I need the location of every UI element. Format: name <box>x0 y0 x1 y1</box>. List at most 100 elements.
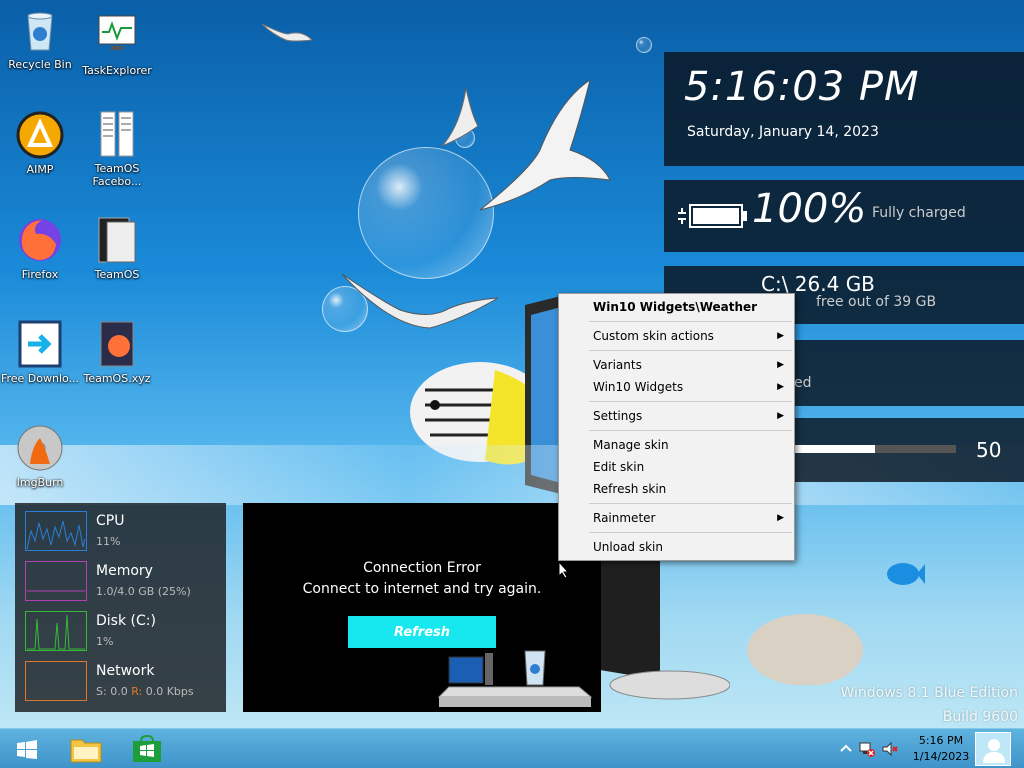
menu-item-label: Edit skin <box>593 460 645 474</box>
menu-separator <box>589 532 792 533</box>
desktop-icon-free-download[interactable]: Free Downlo... <box>0 320 80 385</box>
desktop-icon-imgburn[interactable]: ImgBurn <box>0 424 80 489</box>
seagull-decoration <box>479 80 611 211</box>
desktop-icon-aimp[interactable]: AIMP <box>0 111 80 176</box>
cpu-value: 11% <box>96 535 121 548</box>
recycle-bin-icon <box>27 12 53 51</box>
cpu-graph <box>25 511 87 551</box>
connection-error-message: Connect to internet and try again. <box>302 581 542 597</box>
menu-item-label: Unload skin <box>593 540 663 554</box>
menu-item-label: Win10 Widgets <box>593 380 684 394</box>
network-receive-label: R: <box>131 685 143 698</box>
menu-separator <box>589 430 792 431</box>
desktop-icon-firefox[interactable]: Firefox <box>0 216 80 281</box>
desktop-icon-label: TaskExplorer <box>82 64 152 77</box>
menu-separator <box>589 321 792 322</box>
desk-decoration-icon <box>437 650 593 707</box>
user-icon <box>983 739 1005 763</box>
menu-item-label: Rainmeter <box>593 511 656 525</box>
teamos-icon <box>98 217 136 263</box>
menu-item-variants[interactable]: Variants ▶ <box>559 354 794 376</box>
weather-widget[interactable]: Connection Error Connect to internet and… <box>243 503 601 712</box>
disk-label: Disk (C:) <box>96 613 156 629</box>
taskexplorer-icon <box>98 15 136 50</box>
system-monitor-widget[interactable]: CPU 11% Memory 1.0/4.0 GB (25%) Disk (C:… <box>15 503 226 712</box>
volume-muted-icon[interactable] <box>882 741 898 757</box>
network-value: S: 0.0 R: 0.0 Kbps <box>96 685 194 698</box>
menu-item-refresh-skin[interactable]: Refresh skin <box>559 478 794 500</box>
network-monitor[interactable]: Network S: 0.0 R: 0.0 Kbps <box>25 661 215 703</box>
desktop-icon-label: Free Downlo... <box>0 372 80 385</box>
memory-monitor[interactable]: Memory 1.0/4.0 GB (25%) <box>25 561 215 603</box>
firefox-document-icon <box>100 321 134 367</box>
menu-item-edit-skin[interactable]: Edit skin <box>559 456 794 478</box>
taskbar-date: 1/14/2023 <box>912 750 970 763</box>
submenu-arrow-icon: ▶ <box>777 382 784 392</box>
disk-value: 1% <box>96 635 114 648</box>
coral-decoration <box>747 614 863 685</box>
desktop-icon-teamos[interactable]: TeamOS <box>77 216 157 281</box>
document-shortcut-icon <box>100 111 134 157</box>
taskbar-store[interactable] <box>120 729 176 768</box>
bubble-decoration <box>636 37 652 53</box>
taskbar: 5:16 PM 1/14/2023 <box>0 728 1024 768</box>
submenu-arrow-icon: ▶ <box>777 411 784 421</box>
taskbar-clock[interactable]: 5:16 PM 1/14/2023 <box>906 733 976 765</box>
menu-item-manage-skin[interactable]: Manage skin <box>559 434 794 456</box>
menu-item-label: Manage skin <box>593 438 669 452</box>
seagull-decoration <box>262 23 312 42</box>
desktop-icon-teamos-xyz[interactable]: TeamOS.xyz <box>77 320 157 385</box>
fish-decoration <box>410 362 555 465</box>
connection-error-title: Connection Error <box>363 560 481 576</box>
show-hidden-icons-icon[interactable] <box>838 741 854 757</box>
taskbar-time: 5:16 PM <box>918 734 964 747</box>
network-graph <box>25 661 87 701</box>
desktop-icon-recycle-bin[interactable]: Recycle Bin <box>0 6 80 71</box>
clock-widget[interactable]: 5:16:03 PM Saturday, January 14, 2023 <box>664 52 1024 166</box>
disk-monitor[interactable]: Disk (C:) 1% <box>25 611 215 653</box>
menu-item-win10-widgets[interactable]: Win10 Widgets ▶ <box>559 376 794 398</box>
memory-label: Memory <box>96 563 153 579</box>
submenu-arrow-icon: ▶ <box>777 360 784 370</box>
battery-icon <box>678 204 747 228</box>
disk-total: free out of 39 GB <box>816 294 937 310</box>
imgburn-icon <box>17 425 63 471</box>
menu-separator <box>589 350 792 351</box>
context-menu[interactable]: Win10 Widgets\Weather Custom skin action… <box>558 293 795 561</box>
memory-graph <box>25 561 87 601</box>
network-label: Network <box>96 663 155 679</box>
menu-title[interactable]: Win10 Widgets\Weather <box>559 296 794 318</box>
seagull-decoration <box>341 273 499 329</box>
desktop-icon-taskexplorer[interactable]: TaskExplorer <box>77 12 157 77</box>
start-button[interactable] <box>0 729 56 768</box>
volume-slider-track[interactable] <box>794 445 956 453</box>
menu-item-label: Custom skin actions <box>593 329 714 343</box>
menu-item-label: Refresh skin <box>593 482 667 496</box>
bubble-decoration <box>358 147 494 279</box>
menu-item-custom-skin-actions[interactable]: Custom skin actions ▶ <box>559 325 794 347</box>
desktop-icon-label: TeamOS Facebo... <box>92 162 142 188</box>
free-download-manager-icon <box>18 320 62 368</box>
network-disconnected-icon[interactable] <box>859 741 875 757</box>
network-status-text: ed <box>794 375 812 391</box>
menu-item-settings[interactable]: Settings ▶ <box>559 405 794 427</box>
user-avatar[interactable] <box>975 732 1011 766</box>
battery-status: Fully charged <box>872 205 966 221</box>
menu-separator <box>589 503 792 504</box>
memory-value: 1.0/4.0 GB (25%) <box>96 585 191 598</box>
bubble-decoration <box>455 128 475 148</box>
menu-item-rainmeter[interactable]: Rainmeter ▶ <box>559 507 794 529</box>
desktop-icon-label: Recycle Bin <box>8 58 72 71</box>
desktop-icon-label: Firefox <box>21 268 59 281</box>
aimp-icon <box>16 111 64 159</box>
build-watermark: Build 9600 <box>942 709 1018 725</box>
volume-value: 50 <box>976 438 1002 462</box>
desktop-icon-teamos-facebook[interactable]: TeamOS Facebo... <box>77 110 157 188</box>
submenu-arrow-icon: ▶ <box>777 513 784 523</box>
volume-slider-fill <box>794 445 875 453</box>
taskbar-file-explorer[interactable] <box>58 729 114 768</box>
seagull-decoration <box>441 87 479 147</box>
cpu-monitor[interactable]: CPU 11% <box>25 511 215 553</box>
battery-widget[interactable]: 100% Fully charged <box>664 180 1024 252</box>
menu-item-unload-skin[interactable]: Unload skin <box>559 536 794 558</box>
